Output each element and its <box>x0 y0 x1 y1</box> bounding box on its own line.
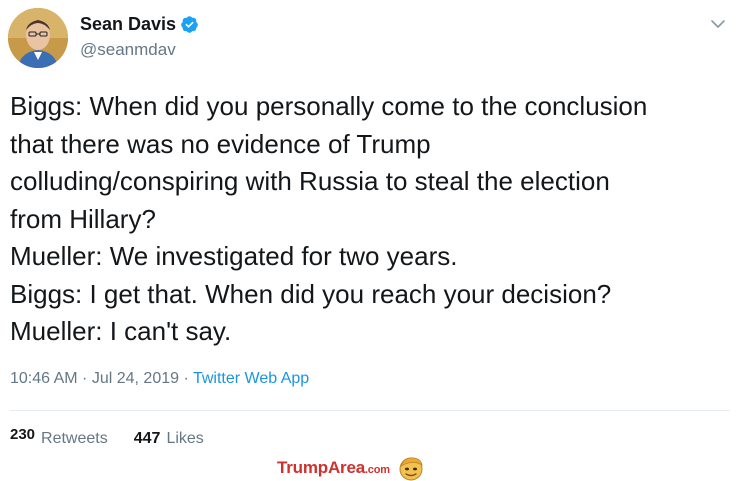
likes-count: 447 <box>133 430 161 447</box>
retweets-label: Retweets <box>41 430 108 447</box>
tweet-time[interactable]: 10:46 AM <box>10 370 78 387</box>
engagement-stats: 230 Retweets 447 Likes <box>10 426 204 448</box>
meta-separator: · <box>77 370 92 387</box>
tweet-line: Mueller: I can't say. <box>10 316 232 346</box>
avatar[interactable] <box>8 8 68 68</box>
tweet-text: Biggs: When did you personally come to t… <box>10 88 735 351</box>
meta-separator: · <box>179 370 193 387</box>
likes-stat[interactable]: 447 Likes <box>134 430 204 448</box>
tweet-source-link[interactable]: Twitter Web App <box>193 370 309 387</box>
author-handle[interactable]: @seanmdav <box>80 40 176 60</box>
tweet-line: colluding/conspiring with Russia to stea… <box>10 166 610 196</box>
divider <box>10 410 730 411</box>
retweets-stat[interactable]: 230 Retweets <box>10 426 108 448</box>
chevron-down-icon[interactable] <box>710 16 726 32</box>
watermark: TrumpArea.com <box>277 455 424 481</box>
likes-label: Likes <box>166 430 204 447</box>
watermark-text: TrumpArea.com <box>277 458 390 478</box>
verified-badge-icon <box>181 16 198 33</box>
watermark-brand: TrumpArea <box>277 458 365 477</box>
author-name-row[interactable]: Sean Davis <box>80 14 199 35</box>
trump-face-logo-icon <box>399 457 423 481</box>
tweet-line: Biggs: When did you personally come to t… <box>10 91 648 121</box>
retweets-count: 230 <box>10 426 36 443</box>
avatar-photo <box>8 8 68 68</box>
tweet-line: that there was no evidence of Trump <box>10 128 431 159</box>
tweet-line: Mueller: We investigated for two years. <box>10 241 458 271</box>
watermark-suffix: .com <box>364 464 390 476</box>
tweet-meta: 10:46 AM · Jul 24, 2019 · Twitter Web Ap… <box>10 370 309 388</box>
tweet-line: Biggs: I get that. When did you reach yo… <box>10 278 612 309</box>
tweet-line: from Hillary? <box>10 203 156 234</box>
tweet-date[interactable]: Jul 24, 2019 <box>92 370 179 387</box>
author-display-name[interactable]: Sean Davis <box>80 14 176 35</box>
